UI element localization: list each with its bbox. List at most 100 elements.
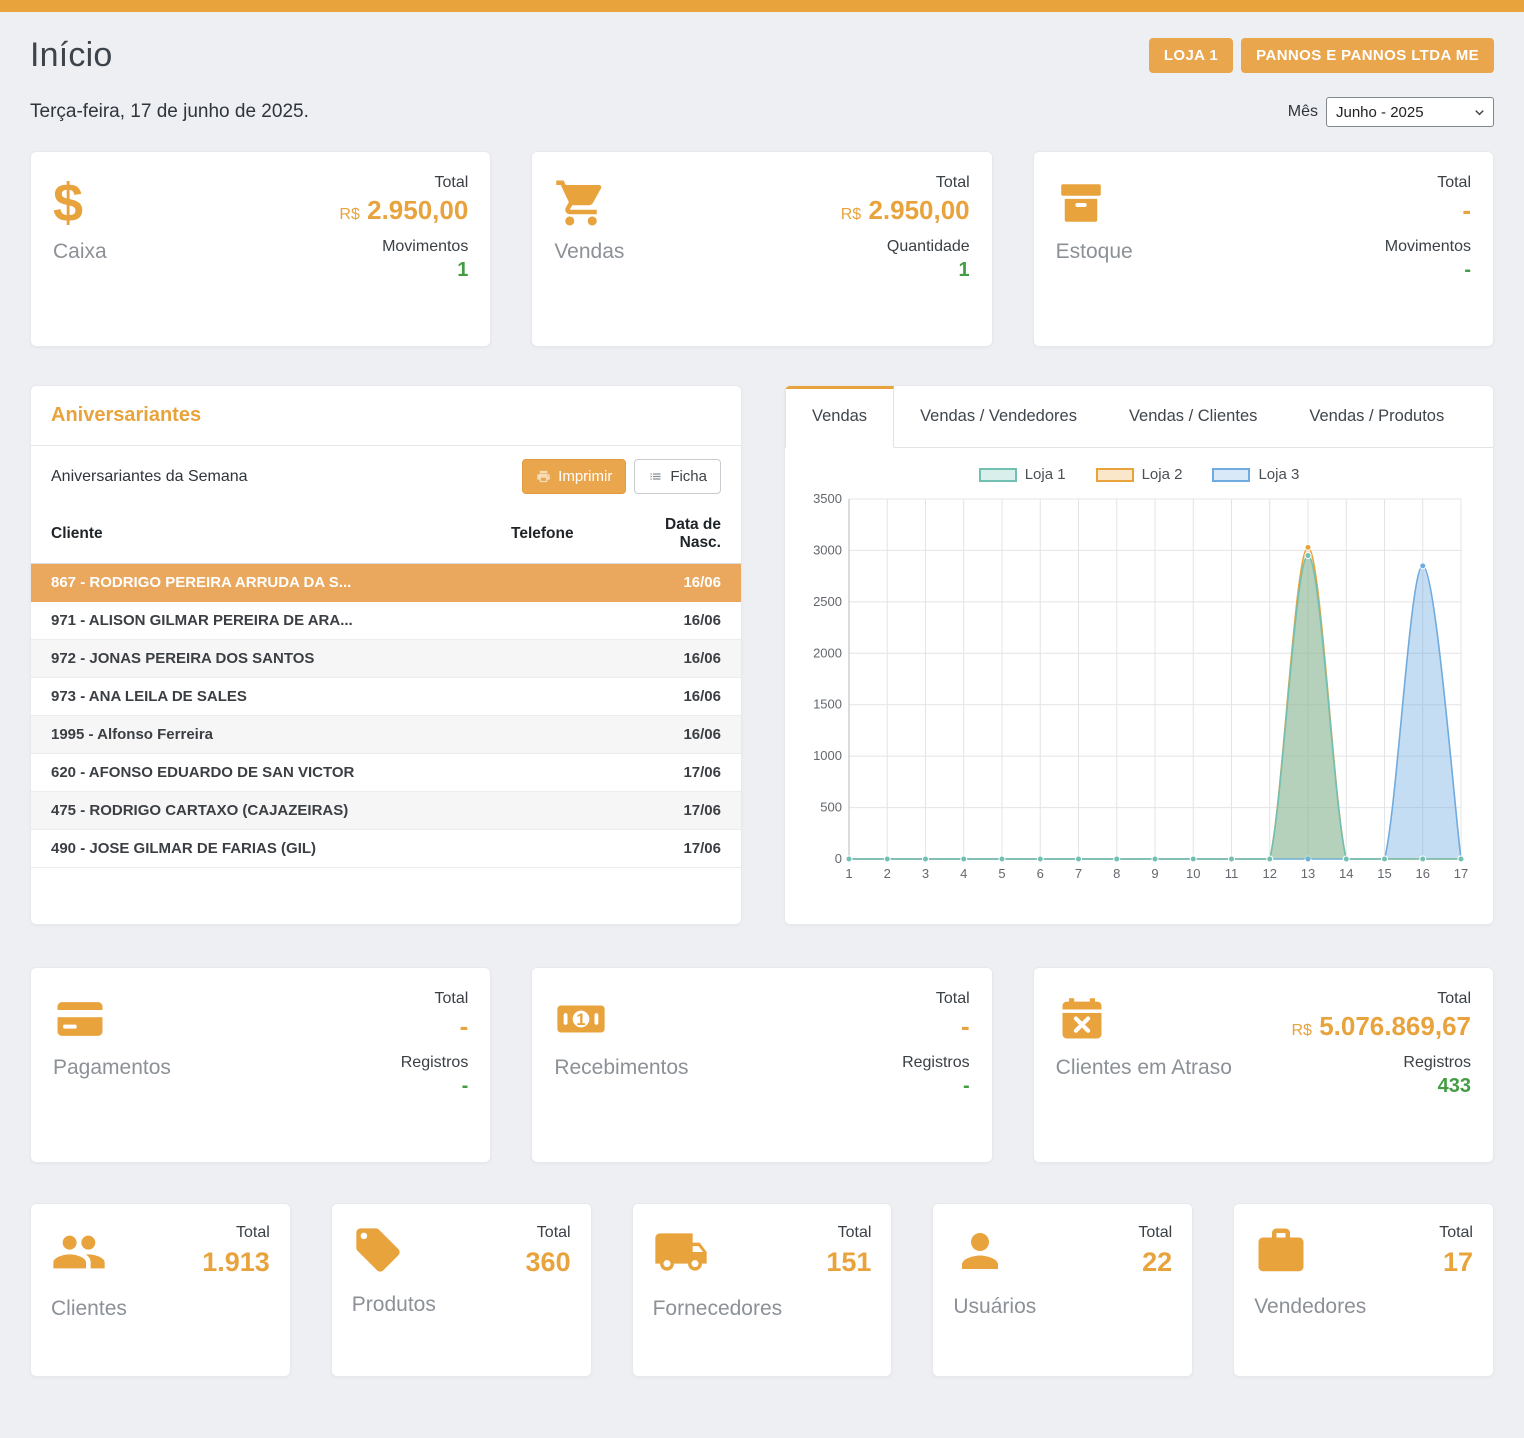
birthdays-title: Aniversariantes	[31, 386, 741, 446]
phone-cell	[491, 792, 611, 830]
produtos-card: Total 360 Produtos	[331, 1203, 592, 1377]
total-value: 1.913	[202, 1247, 270, 1278]
tab-vendas-clientes[interactable]: Vendas / Clientes	[1103, 386, 1283, 447]
phone-cell	[491, 602, 611, 640]
card-label: Recebimentos	[554, 1056, 688, 1080]
card-label: Clientes	[51, 1297, 270, 1321]
svg-text:15: 15	[1377, 866, 1391, 881]
svg-text:14: 14	[1339, 866, 1353, 881]
dollar-icon: $	[53, 174, 107, 232]
count-label: Movimentos	[1385, 238, 1471, 256]
svg-text:500: 500	[820, 800, 842, 815]
credit-card-icon	[53, 990, 171, 1048]
company-badge[interactable]: PANNOS E PANNOS LTDA ME	[1241, 38, 1494, 73]
dashboard-page: Início LOJA 1 PANNOS E PANNOS LTDA ME Te…	[0, 36, 1524, 1417]
tab-vendas-produtos[interactable]: Vendas / Produtos	[1283, 386, 1470, 447]
fornecedores-card: Total 151 Fornecedores	[632, 1203, 893, 1377]
total-label: Total	[1385, 174, 1471, 192]
total-value: R$ 2.950,00	[841, 195, 970, 226]
store-badge[interactable]: LOJA 1	[1149, 38, 1233, 73]
cart-icon	[554, 174, 624, 232]
card-label: Estoque	[1056, 240, 1133, 264]
sales-chart-panel: Vendas Vendas / Vendedores Vendas / Clie…	[784, 385, 1494, 925]
card-label: Vendedores	[1254, 1295, 1473, 1319]
tab-vendas-vendedores[interactable]: Vendas / Vendedores	[894, 386, 1103, 447]
client-cell: 475 - RODRIGO CARTAXO (CAJAZEIRAS)	[31, 792, 491, 830]
count-value: -	[902, 1075, 970, 1098]
total-value: R$ 2.950,00	[339, 195, 468, 226]
chart-tabs: Vendas Vendas / Vendedores Vendas / Clie…	[785, 386, 1493, 448]
table-row[interactable]: 475 - RODRIGO CARTAXO (CAJAZEIRAS) 17/06	[31, 792, 741, 830]
birthdays-panel: Aniversariantes Aniversariantes da Seman…	[30, 385, 742, 925]
total-label: Total	[841, 174, 970, 192]
header-badges: LOJA 1 PANNOS E PANNOS LTDA ME	[1149, 38, 1494, 73]
calendar-x-icon	[1056, 990, 1232, 1048]
svg-text:10: 10	[1186, 866, 1200, 881]
recebimentos-card: 1 Recebimentos Total - Registros -	[531, 967, 992, 1163]
table-row[interactable]: 1995 - Alfonso Ferreira16/06	[31, 716, 741, 754]
svg-text:5: 5	[998, 866, 1005, 881]
birthdate-cell: 17/06	[611, 830, 741, 868]
count-value: 1	[339, 259, 468, 282]
count-value: 433	[1292, 1075, 1472, 1098]
client-cell: 620 - AFONSO EDUARDO DE SAN VICTOR	[31, 754, 491, 792]
table-row[interactable]: 490 - JOSE GILMAR DE FARIAS (GIL)17/06	[31, 830, 741, 868]
list-icon	[648, 469, 663, 484]
card-label: Clientes em Atraso	[1056, 1056, 1232, 1080]
clientes-atraso-card: Clientes em Atraso Total R$ 5.076.869,67…	[1033, 967, 1494, 1163]
count-label: Quantidade	[841, 238, 970, 256]
legend-swatch	[979, 468, 1017, 482]
ficha-button-label: Ficha	[670, 468, 707, 485]
legend-item[interactable]: Loja 3	[1212, 466, 1299, 483]
total-label: Total	[339, 174, 468, 192]
count-label: Movimentos	[339, 238, 468, 256]
svg-text:6: 6	[1037, 866, 1044, 881]
ficha-button[interactable]: Ficha	[634, 459, 721, 494]
svg-text:3000: 3000	[813, 542, 842, 557]
card-label: Fornecedores	[653, 1297, 872, 1321]
svg-text:12: 12	[1263, 866, 1277, 881]
phone-cell	[491, 640, 611, 678]
month-picker: Mês Junho - 2025	[1288, 97, 1494, 127]
month-select-value: Junho - 2025	[1336, 104, 1424, 121]
estoque-card: Estoque Total - Movimentos -	[1033, 151, 1494, 347]
svg-text:2500: 2500	[813, 594, 842, 609]
total-label: Total	[902, 990, 970, 1008]
printer-icon	[536, 469, 551, 484]
phone-cell	[491, 716, 611, 754]
legend-swatch	[1212, 468, 1250, 482]
svg-text:2000: 2000	[813, 645, 842, 660]
table-row[interactable]: 867 - RODRIGO PEREIRA ARRUDA DA S...16/0…	[31, 564, 741, 602]
banknote-icon: 1	[554, 990, 688, 1048]
svg-text:1: 1	[577, 1010, 586, 1029]
table-row[interactable]: 972 - JONAS PEREIRA DOS SANTOS16/06	[31, 640, 741, 678]
tab-vendas[interactable]: Vendas	[785, 386, 894, 448]
truck-icon	[653, 1224, 709, 1285]
svg-text:7: 7	[1075, 866, 1082, 881]
legend-item[interactable]: Loja 2	[1096, 466, 1183, 483]
print-button[interactable]: Imprimir	[522, 459, 626, 494]
month-select[interactable]: Junho - 2025	[1326, 97, 1494, 127]
birthdate-cell: 16/06	[611, 678, 741, 716]
table-row[interactable]: 971 - ALISON GILMAR PEREIRA DE ARA...16/…	[31, 602, 741, 640]
table-row[interactable]: 973 - ANA LEILA DE SALES16/06	[31, 678, 741, 716]
table-row[interactable]: 620 - AFONSO EDUARDO DE SAN VICTOR17/06	[31, 754, 741, 792]
sales-chart: 0500100015002000250030003500123456789101…	[803, 489, 1475, 891]
birthdate-cell: 16/06	[611, 640, 741, 678]
page-title: Início	[30, 36, 112, 75]
svg-text:1500: 1500	[813, 697, 842, 712]
total-value: -	[1385, 195, 1471, 226]
count-value: 1	[841, 259, 970, 282]
birthdate-cell: 17/06	[611, 792, 741, 830]
legend-item[interactable]: Loja 1	[979, 466, 1066, 483]
phone-cell	[491, 678, 611, 716]
total-label: Total	[826, 1224, 871, 1242]
client-cell: 867 - RODRIGO PEREIRA ARRUDA DA S...	[31, 564, 491, 602]
svg-text:11: 11	[1225, 866, 1239, 881]
total-label: Total	[526, 1224, 571, 1242]
birthdate-cell: 16/06	[611, 716, 741, 754]
total-value: 22	[1138, 1247, 1172, 1278]
count-label: Registros	[902, 1054, 970, 1072]
vendas-card: Vendas Total R$ 2.950,00 Quantidade 1	[531, 151, 992, 347]
chevron-down-icon	[1472, 105, 1487, 120]
